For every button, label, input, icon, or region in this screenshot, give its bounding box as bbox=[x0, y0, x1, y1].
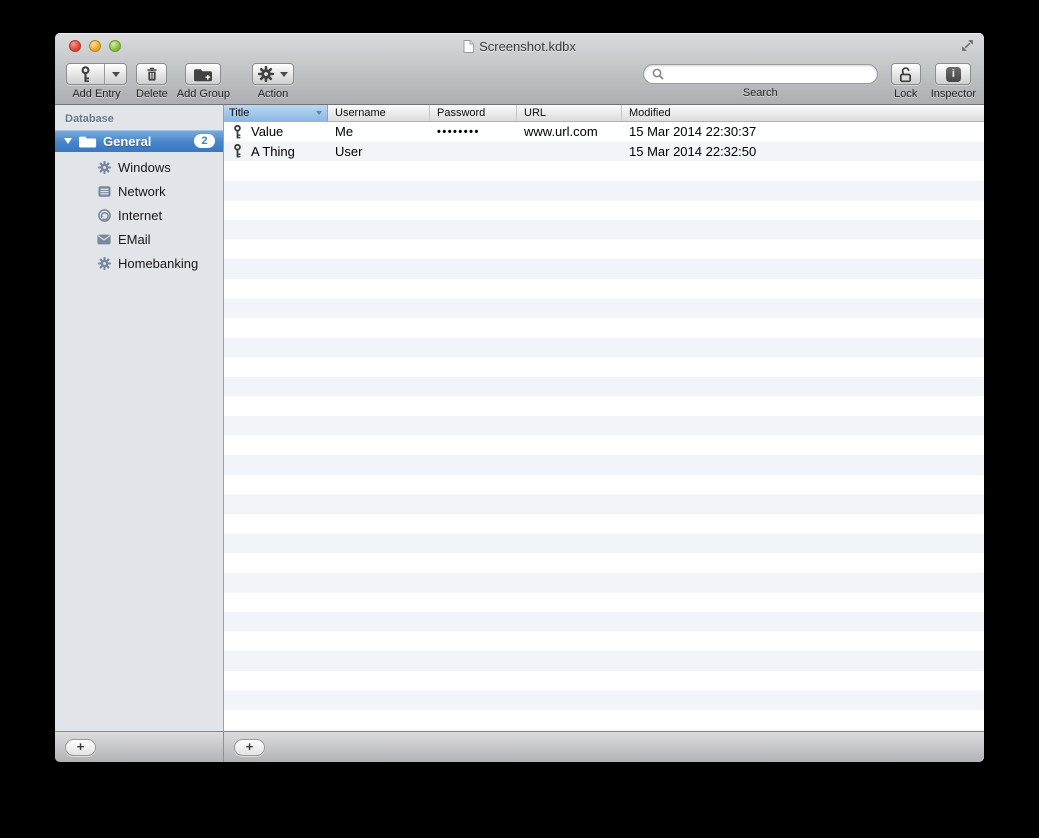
cell-modified: 15 Mar 2014 22:32:50 bbox=[629, 143, 757, 159]
column-header-password[interactable]: Password bbox=[430, 105, 517, 121]
cell-title: A Thing bbox=[224, 144, 328, 159]
column-header-label: Title bbox=[229, 107, 250, 119]
sidebar-bottom-bar: + bbox=[55, 732, 224, 762]
sidebar-item-windows[interactable]: Windows bbox=[55, 155, 223, 179]
action-item: Action bbox=[252, 59, 294, 100]
sidebar-item-label: Internet bbox=[118, 207, 163, 223]
folder-plus-icon bbox=[193, 68, 212, 81]
column-header-label: URL bbox=[524, 107, 547, 119]
sidebar-item-homebanking[interactable]: Homebanking bbox=[55, 251, 223, 275]
sort-descending-icon bbox=[316, 111, 322, 115]
action-button[interactable] bbox=[252, 63, 294, 85]
cell-title: Value bbox=[224, 124, 328, 139]
add-entry-pill-button[interactable]: + bbox=[234, 738, 265, 756]
key-icon bbox=[234, 144, 241, 158]
column-header-label: Password bbox=[437, 107, 486, 119]
column-header-title[interactable]: Title bbox=[224, 105, 328, 121]
chevron-down-icon bbox=[111, 71, 120, 77]
sidebar-item-network[interactable]: Network bbox=[55, 179, 223, 203]
toolbar: Add Entry Delete Add Group Action Search… bbox=[55, 59, 984, 105]
delete-label: Delete bbox=[136, 88, 168, 100]
add-group-pill-button[interactable]: + bbox=[65, 738, 96, 756]
sidebar-group-label: General bbox=[103, 133, 152, 149]
cell-modified: 15 Mar 2014 22:30:37 bbox=[629, 124, 757, 140]
add-entry-item: Add Entry bbox=[66, 59, 127, 100]
entry-title: A Thing bbox=[251, 143, 295, 159]
add-group-item: Add Group bbox=[177, 59, 230, 100]
sidebar-item-label: Windows bbox=[118, 159, 171, 175]
inspector-label: Inspector bbox=[930, 88, 976, 100]
cell-password: •••••••• bbox=[437, 125, 480, 138]
delete-button[interactable] bbox=[136, 63, 168, 85]
cell-url: www.url.com bbox=[524, 124, 598, 140]
entry-count-badge: 2 bbox=[194, 134, 215, 148]
lock-label: Lock bbox=[894, 88, 918, 100]
sidebar-subgroups: Windows Network Internet EMail Homebanki… bbox=[55, 155, 223, 275]
trash-icon bbox=[147, 67, 157, 81]
window-title-text: Screenshot.kdbx bbox=[479, 38, 576, 54]
inspector-item: i Inspector bbox=[931, 59, 976, 100]
lock-button[interactable] bbox=[890, 63, 921, 85]
app-window: Screenshot.kdbx Add Entry Delete Add Gro… bbox=[55, 33, 984, 762]
column-header-url[interactable]: URL bbox=[517, 105, 622, 121]
column-header-username[interactable]: Username bbox=[328, 105, 430, 121]
lock-open-icon bbox=[900, 66, 912, 82]
fullscreen-icon[interactable] bbox=[960, 38, 975, 53]
gear-icon bbox=[97, 256, 111, 270]
cell-username: Me bbox=[335, 124, 354, 140]
add-entry-button[interactable] bbox=[66, 63, 127, 85]
key-icon bbox=[234, 124, 241, 139]
sidebar-item-internet[interactable]: Internet bbox=[55, 203, 223, 227]
table-row[interactable]: A Thing User 15 Mar 2014 22:32:50 bbox=[224, 142, 984, 162]
search-icon bbox=[652, 68, 664, 80]
bottom-bar: + + bbox=[55, 731, 984, 762]
column-header-label: Modified bbox=[629, 107, 671, 119]
entry-table: Title Username Password URL Modified Val… bbox=[224, 105, 984, 731]
sidebar-item-email[interactable]: EMail bbox=[55, 227, 223, 251]
add-entry-label: Add Entry bbox=[72, 88, 121, 100]
sidebar-item-label: Homebanking bbox=[118, 255, 199, 271]
window-title: Screenshot.kdbx bbox=[55, 37, 984, 55]
inspector-button[interactable]: i bbox=[935, 63, 972, 85]
chevron-down-icon bbox=[280, 71, 288, 77]
sidebar: Database General 2 Windows Network Inter… bbox=[55, 105, 224, 731]
globe-icon bbox=[97, 208, 111, 222]
sidebar-item-label: EMail bbox=[118, 231, 151, 247]
document-icon bbox=[463, 39, 475, 53]
table-bottom-bar: + bbox=[224, 732, 984, 762]
info-icon: i bbox=[945, 66, 961, 82]
delete-item: Delete bbox=[136, 59, 168, 100]
search-label: Search bbox=[742, 87, 778, 99]
envelope-icon bbox=[97, 232, 111, 246]
server-icon bbox=[97, 184, 111, 198]
add-entry-main-segment[interactable] bbox=[67, 64, 104, 84]
gear-icon bbox=[258, 66, 274, 82]
action-label: Action bbox=[257, 88, 289, 100]
column-header-modified[interactable]: Modified bbox=[622, 105, 984, 121]
sidebar-group-general[interactable]: General 2 bbox=[55, 130, 223, 152]
key-icon bbox=[81, 65, 90, 82]
table-header: Title Username Password URL Modified bbox=[224, 105, 984, 122]
cell-username: User bbox=[335, 143, 363, 159]
table-row[interactable]: Value Me •••••••• www.url.com 15 Mar 201… bbox=[224, 122, 984, 142]
search-item: Search bbox=[642, 59, 878, 99]
disclosure-triangle-icon[interactable] bbox=[64, 138, 72, 144]
add-group-label: Add Group bbox=[176, 88, 230, 100]
add-entry-dropdown-segment[interactable] bbox=[104, 64, 126, 84]
sidebar-section-header: Database bbox=[65, 113, 114, 125]
entry-title: Value bbox=[251, 124, 284, 140]
add-group-button[interactable] bbox=[185, 63, 222, 85]
gear-icon bbox=[97, 160, 111, 174]
content-area: Database General 2 Windows Network Inter… bbox=[55, 105, 984, 731]
sidebar-item-label: Network bbox=[118, 183, 166, 199]
search-input[interactable] bbox=[667, 67, 869, 81]
lock-item: Lock bbox=[890, 59, 921, 100]
column-header-label: Username bbox=[335, 107, 386, 119]
folder-icon bbox=[79, 136, 97, 147]
search-field[interactable] bbox=[642, 64, 878, 84]
table-body[interactable]: Value Me •••••••• www.url.com 15 Mar 201… bbox=[224, 122, 984, 731]
window-chrome: Screenshot.kdbx Add Entry Delete Add Gro… bbox=[55, 33, 984, 105]
